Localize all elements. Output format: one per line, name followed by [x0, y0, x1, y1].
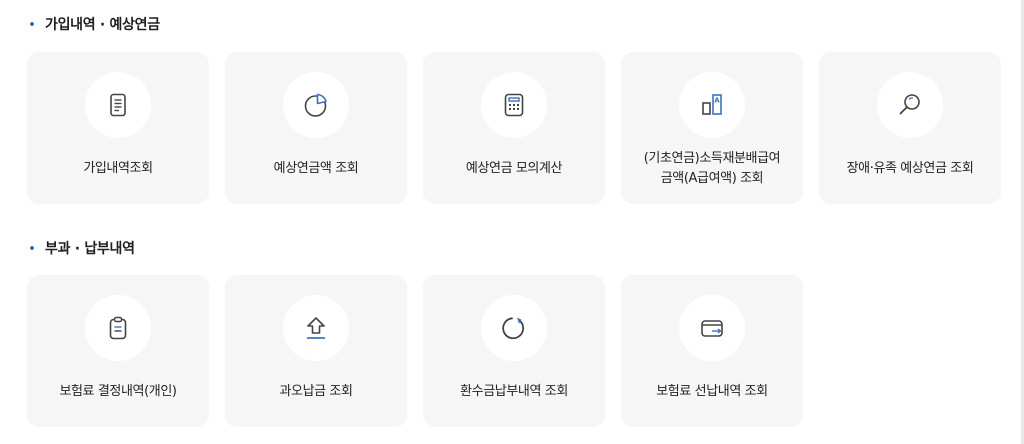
icon-circle	[481, 295, 547, 361]
card-overpayment[interactable]: 과오납금 조회	[225, 275, 407, 427]
icon-circle	[283, 72, 349, 138]
icon-circle	[85, 72, 151, 138]
clipboard-icon	[109, 316, 127, 340]
card-subscription-history[interactable]: 가입내역조회	[27, 52, 209, 204]
card-expected-pension[interactable]: 예상연금액 조회	[225, 52, 407, 204]
card-row-subscription: 가입내역조회 예상연금액 조회 예상연금 모의계산 A (기초연금)소득재분배급…	[27, 52, 1001, 204]
page: 가입내역 · 예상연금 가입내역조회 예상연금액 조회 예상연금 모의계산 A …	[0, 0, 1024, 444]
icon-circle: A	[679, 72, 745, 138]
bullet-dot	[30, 246, 34, 250]
card-premium-prepayment[interactable]: 보험료 선납내역 조회	[621, 275, 803, 427]
svg-text:A: A	[714, 97, 720, 105]
card-label: 환수금납부내역 조회	[460, 384, 568, 399]
document-icon	[110, 93, 126, 117]
refresh-icon	[502, 317, 525, 340]
card-label: 예상연금액 조회	[273, 161, 359, 176]
card-label: 보험료 결정내역(개인)	[59, 384, 177, 399]
card-redistribution-benefit[interactable]: A (기초연금)소득재분배급여 금액(A급여액) 조회	[621, 52, 803, 204]
section-title-levy-payment: 부과 · 납부내역	[30, 238, 135, 258]
upload-arrow-icon	[307, 317, 325, 339]
card-label: 예상연금 모의계산	[465, 161, 563, 176]
icon-circle	[283, 295, 349, 361]
card-label: 과오납금 조회	[279, 384, 353, 399]
bullet-dot	[30, 22, 34, 26]
card-row-levy-payment: 보험료 결정내역(개인) 과오납금 조회 환수금납부내역 조회 보험료 선납내역…	[27, 275, 803, 427]
a-value-icon: A	[702, 94, 722, 115]
card-label: (기초연금)소득재분배급여 금액(A급여액) 조회	[643, 151, 781, 186]
card-label: 장애·유족 예상연금 조회	[846, 161, 974, 176]
icon-circle	[481, 72, 547, 138]
search-icon	[899, 94, 920, 115]
card-label: 가입내역조회	[83, 161, 153, 176]
card-label: 보험료 선납내역 조회	[656, 384, 768, 399]
card-pension-simulation[interactable]: 예상연금 모의계산	[423, 52, 605, 204]
wallet-icon	[701, 320, 723, 337]
card-disability-survivor-pension[interactable]: 장애·유족 예상연금 조회	[819, 52, 1001, 204]
icon-circle	[679, 295, 745, 361]
calculator-icon	[504, 93, 524, 117]
icon-circle	[877, 72, 943, 138]
pie-chart-icon	[304, 93, 327, 117]
card-premium-decision[interactable]: 보험료 결정내역(개인)	[27, 275, 209, 427]
card-refund-payment[interactable]: 환수금납부내역 조회	[423, 275, 605, 427]
section-title-text: 가입내역 · 예상연금	[45, 17, 160, 33]
section-title-subscription: 가입내역 · 예상연금	[30, 14, 160, 34]
section-title-text: 부과 · 납부내역	[45, 241, 135, 257]
icon-circle	[85, 295, 151, 361]
